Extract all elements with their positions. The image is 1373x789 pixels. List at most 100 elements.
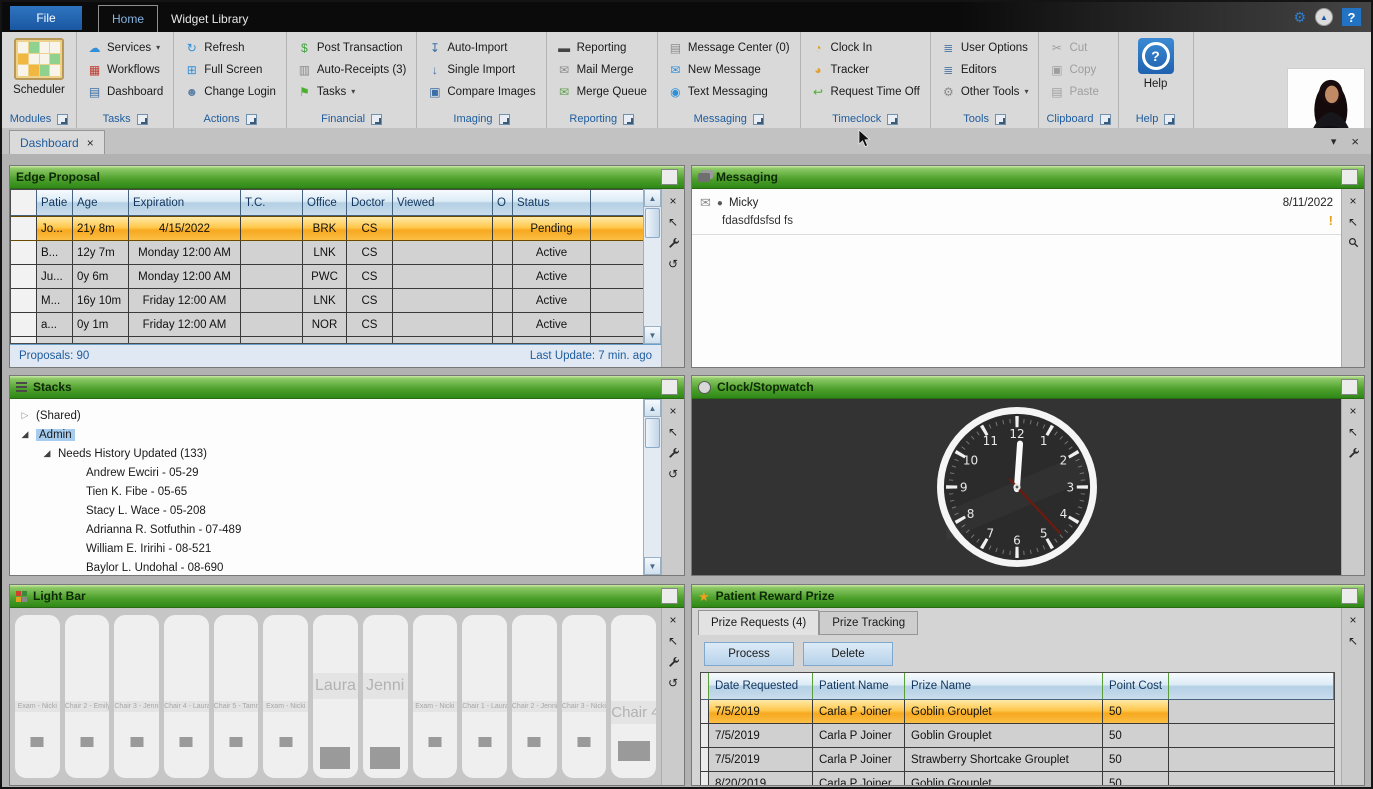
tab-file[interactable]: File [10,6,82,30]
tree-item-patient[interactable]: Adrianna R. Sotfuthin - 07-489 [20,520,643,539]
merge-queue-button[interactable]: ✉Merge Queue [554,81,650,102]
editors-button[interactable]: ≣Editors [938,59,1032,80]
collapse-arrow-icon[interactable]: ◢ [42,448,52,459]
column-header-status[interactable]: Status [513,190,591,215]
dialog-launcher-icon[interactable] [1100,114,1111,125]
tracker-button[interactable]: ◕Tracker [808,59,923,80]
tasks-button[interactable]: ⚑Tasks▾ [294,81,409,102]
column-header-date-requested[interactable]: Date Requested [709,673,813,699]
wrench-icon[interactable] [662,446,684,459]
refresh-widget-icon[interactable]: ↺ [662,467,684,480]
scroll-down-icon[interactable]: ▼ [644,557,661,575]
popout-widget-icon[interactable]: ↖ [662,215,684,228]
close-widget-icon[interactable]: × [662,613,684,626]
table-row[interactable]: a... 0y 1m Friday 12:00 AM NOR CS Active [11,313,643,337]
request-time-off-button[interactable]: ↩Request Time Off [808,81,923,102]
full-screen-button[interactable]: ⊞Full Screen [181,59,279,80]
tree-item-shared[interactable]: ▷(Shared) [20,406,643,425]
column-header-expiration[interactable]: Expiration [129,190,241,215]
chair-column[interactable]: Chair 2 - Emily [65,615,110,778]
column-header-viewed[interactable]: Viewed [393,190,493,215]
wrench-icon[interactable] [662,236,684,249]
table-row[interactable]: 7/5/2019 Carla P Joiner Goblin Grouplet … [701,724,1334,748]
chair-column[interactable]: Chair 3 - Jenni [114,615,159,778]
services-button[interactable]: ☁Services▾ [84,37,166,58]
single-import-button[interactable]: ↓Single Import [424,59,538,80]
tab-dashboard[interactable]: Dashboard × [9,130,105,154]
post-transaction-button[interactable]: $Post Transaction [294,37,409,58]
help-button[interactable]: ? Help [1126,34,1186,110]
vertical-scrollbar[interactable]: ▲ ▼ [643,399,661,575]
tree-item-admin[interactable]: ◢Admin [20,425,643,444]
popout-widget-icon[interactable]: ↖ [1342,425,1364,438]
chair-column[interactable]: Exam - Nicki [263,615,308,778]
dialog-launcher-icon[interactable] [623,114,634,125]
table-row[interactable]: M... 16y 10m Friday 12:00 AM LNK CS Acti… [11,289,643,313]
column-header-office[interactable]: Office [303,190,347,215]
table-row[interactable]: 7/5/2019 Carla P Joiner Strawberry Short… [701,748,1334,772]
chair-column[interactable]: Laura [313,615,358,778]
dialog-launcher-icon[interactable] [57,114,68,125]
settings-gear-icon[interactable]: ⚙ [1293,10,1306,24]
chair-column[interactable]: Chair 1 - Laura [462,615,507,778]
copy-button[interactable]: ▣Copy [1046,59,1110,80]
column-header-tc[interactable]: T.C. [241,190,303,215]
popout-widget-icon[interactable]: ↖ [1342,634,1364,647]
scrollbar-thumb[interactable] [645,418,660,448]
column-header-o[interactable]: O [493,190,513,215]
chair-column[interactable]: Chair 2 - Jenni [512,615,557,778]
close-widget-icon[interactable]: × [662,404,684,417]
refresh-widget-icon[interactable]: ↺ [662,676,684,689]
mail-merge-button[interactable]: ✉Mail Merge [554,59,650,80]
widget-options-button[interactable] [661,379,678,395]
auto-receipts-button[interactable]: ▥Auto-Receipts (3) [294,59,409,80]
widget-options-button[interactable] [1341,379,1358,395]
minimize-ribbon-icon[interactable]: ▲ [1315,8,1333,26]
delete-button[interactable]: Delete [803,642,893,666]
expand-arrow-icon[interactable]: ▷ [20,410,30,421]
column-header-patient[interactable]: Patie [37,190,73,215]
tab-prize-tracking[interactable]: Prize Tracking [819,611,918,635]
close-icon[interactable]: × [1351,134,1359,149]
chair-column[interactable]: Jenni [363,615,408,778]
dialog-launcher-icon[interactable] [1164,114,1175,125]
search-icon[interactable] [1342,236,1364,249]
cut-button[interactable]: ✂Cut [1046,37,1110,58]
tree-item-patient[interactable]: William E. Iririhi - 08-521 [20,539,643,558]
tree-item-patient[interactable]: Tien K. Fibe - 05-65 [20,482,643,501]
table-row[interactable]: 8/20/2019 Carla P Joiner Goblin Grouplet… [701,772,1334,785]
chair-column[interactable]: Chair 5 - Tammy [214,615,259,778]
close-widget-icon[interactable]: × [662,194,684,207]
table-row[interactable]: B... 12y 7m Monday 12:00 AM LNK CS Activ… [11,241,643,265]
clock-in-button[interactable]: ◔Clock In [808,37,923,58]
text-messaging-button[interactable]: ◉Text Messaging [665,81,793,102]
process-button[interactable]: Process [704,642,794,666]
dialog-launcher-icon[interactable] [246,114,257,125]
column-header-point-cost[interactable]: Point Cost [1103,673,1169,699]
popout-widget-icon[interactable]: ↖ [662,634,684,647]
column-header-doctor[interactable]: Doctor [347,190,393,215]
tree-item-patient[interactable]: Baylor L. Undohal - 08-690 [20,558,643,575]
close-widget-icon[interactable]: × [1342,194,1364,207]
scrollbar-thumb[interactable] [645,208,660,238]
wrench-icon[interactable] [1342,446,1364,459]
dialog-launcher-icon[interactable] [371,114,382,125]
column-header-prize-name[interactable]: Prize Name [905,673,1103,699]
tab-list-caret-icon[interactable]: ▾ [1331,135,1337,148]
close-widget-icon[interactable]: × [1342,404,1364,417]
help-icon[interactable]: ? [1342,8,1361,26]
refresh-widget-icon[interactable]: ↺ [662,257,684,270]
chair-column[interactable]: Exam - Nicki [413,615,458,778]
column-header-patient-name[interactable]: Patient Name [813,673,905,699]
table-row[interactable]: Jo... 21y 8m 4/15/2022 BRK CS Pending [11,216,643,241]
paste-button[interactable]: ▤Paste [1046,81,1110,102]
widget-options-button[interactable] [1341,169,1358,185]
compare-images-button[interactable]: ▣Compare Images [424,81,538,102]
scroll-up-icon[interactable]: ▲ [644,399,661,417]
popout-widget-icon[interactable]: ↖ [662,425,684,438]
chair-column[interactable]: Chair 3 - Nicki [562,615,607,778]
tab-widget-library[interactable]: Widget Library [158,6,261,32]
dialog-launcher-icon[interactable] [753,114,764,125]
tree-item-patient[interactable]: Andrew Ewciri - 05-29 [20,463,643,482]
user-options-button[interactable]: ≣User Options [938,37,1032,58]
